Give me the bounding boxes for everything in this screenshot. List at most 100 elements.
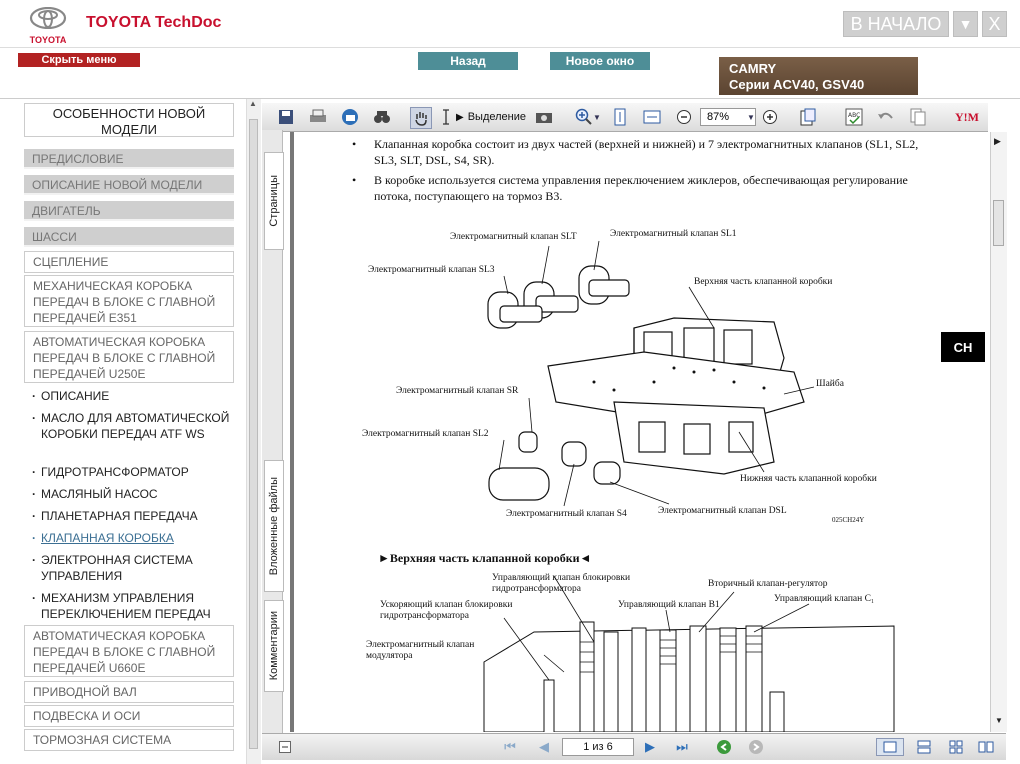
sidebar-item-brakes[interactable]: ТОРМОЗНАЯ СИСТЕМА <box>24 729 234 751</box>
arrow-cursor-icon: ▶ <box>456 111 464 123</box>
fit-page-icon[interactable] <box>610 107 630 127</box>
label-solenoid-sl2: Электромагнитный клапан SL2 <box>362 429 489 439</box>
label-lower-valve-body: Нижняя часть клапанной коробки <box>740 474 877 484</box>
label-solenoid-sr: Электромагнитный клапан SR <box>396 386 519 396</box>
tab-attachments[interactable]: Вложенные файлы <box>264 460 284 592</box>
chevron-down-icon[interactable]: ▼ <box>592 107 602 127</box>
label-solenoid-sl3: Электромагнитный клапан SL3 <box>368 265 495 275</box>
yahoo-icon[interactable]: Y!M <box>950 107 984 127</box>
label-solenoid-dsl: Электромагнитный клапан DSL <box>658 506 787 516</box>
sidebar-subitem-atf-oil[interactable]: МАСЛО ДЛЯ АВТОМАТИЧЕСКОЙ КОРОБКИ ПЕРЕДАЧ… <box>32 410 232 442</box>
tab-pages[interactable]: Страницы <box>264 152 284 250</box>
spellcheck-icon[interactable]: ABC <box>844 107 864 127</box>
hide-menu-button[interactable]: Скрыть меню <box>18 53 140 67</box>
section-tag: CH <box>941 332 985 362</box>
section-heading: ►Верхняя часть клапанной коробки◄ <box>378 551 592 565</box>
sidebar-item-engine[interactable]: ДВИГАТЕЛЬ <box>24 201 234 221</box>
tab-pages-label: Страницы <box>268 175 280 227</box>
label-solenoid-sl1: Электромагнитный клапан SL1 <box>610 229 737 239</box>
close-button[interactable]: X <box>982 11 1007 37</box>
last-page-icon[interactable]: ⏭ <box>672 738 692 756</box>
prev-page-icon[interactable]: ◀ <box>534 738 554 756</box>
facing-view-icon[interactable] <box>946 738 966 756</box>
sidebar-item-drive-shaft[interactable]: ПРИВОДНОЙ ВАЛ <box>24 681 234 703</box>
page-nav-bar: ⏮ ◀ 1 из 6 ▶ ⏭ <box>262 733 1006 760</box>
sidebar-subitem-electronic-control[interactable]: ЭЛЕКТРОННАЯ СИСТЕМА УПРАВЛЕНИЯ <box>32 552 232 584</box>
sidebar-subitem-planetary-gear[interactable]: ПЛАНЕТАРНАЯ ПЕРЕДАЧА <box>32 508 232 524</box>
label-b1-control-valve: Управляющий клапан B1 <box>618 600 720 610</box>
page-tools-icon[interactable] <box>798 107 818 127</box>
select-tool-label: Выделение <box>467 111 526 123</box>
side-panel-tabs: Страницы Вложенные файлы Комментарии <box>262 130 284 740</box>
document-scrollbar[interactable]: ▶ ▼ <box>990 132 1007 732</box>
scroll-down-icon[interactable]: ▼ <box>995 716 1003 725</box>
label-modulator-solenoid: Электромагнитный клапан модулятора <box>366 640 475 661</box>
search-icon[interactable] <box>372 107 392 127</box>
print-icon[interactable] <box>308 107 328 127</box>
select-tool[interactable]: ▶ Выделение <box>450 107 530 127</box>
single-page-view-icon[interactable] <box>876 738 904 756</box>
sidebar-scrollbar[interactable]: ▲ <box>246 99 261 764</box>
sidebar-subitem-description[interactable]: ОПИСАНИЕ <box>32 388 232 404</box>
sidebar-subitem-torque-converter[interactable]: ГИДРОТРАНСФОРМАТОР <box>32 464 232 480</box>
sidebar-item-manual-transaxle[interactable]: МЕХАНИЧЕСКАЯ КОРОБКА ПЕРЕДАЧ В БЛОКЕ С Г… <box>24 275 234 327</box>
model-badge: CAMRY Серии ACV40, GSV40 <box>719 57 918 95</box>
label-lockup-accelerator: Ускоряющий клапан блокировки гидротрансф… <box>380 600 513 621</box>
continuous-view-icon[interactable] <box>914 738 934 756</box>
sidebar-item-auto-transaxle-u250e[interactable]: АВТОМАТИЧЕСКАЯ КОРОБКА ПЕРЕДАЧ В БЛОКЕ С… <box>24 331 234 383</box>
zoom-in-plus-icon[interactable] <box>760 107 780 127</box>
label-solenoid-s4: Электромагнитный клапан S4 <box>506 509 627 519</box>
scroll-right-icon[interactable]: ▶ <box>994 136 1001 147</box>
tab-comments-label: Комментарии <box>268 611 280 681</box>
label-c1-control-valve: Управляющий клапан C₁ <box>774 594 875 604</box>
sidebar-item-clutch[interactable]: СЦЕПЛЕНИЕ <box>24 251 234 273</box>
pdf-toolbar: ▶ Выделение ▼ 87% ▼ ABC Y!M <box>262 103 988 132</box>
tab-comments[interactable]: Комментарии <box>264 600 284 692</box>
sidebar-subitem-valve-body[interactable]: КЛАПАННАЯ КОРОБКА <box>32 530 232 546</box>
page-number-input[interactable]: 1 из 6 <box>562 738 634 756</box>
label-lockup-control-valve: Управляющий клапан блокировки гидротранс… <box>492 573 631 594</box>
app-title: TOYOTA TechDoc <box>86 14 222 31</box>
sidebar-item-chassis[interactable]: ШАССИ <box>24 227 234 247</box>
home-button[interactable]: В НАЧАЛО <box>843 11 949 37</box>
document-view: Клапанная коробка состоит из двух частей… <box>290 132 994 732</box>
zoom-in-icon[interactable] <box>574 107 594 127</box>
sidebar-subitem-oil-pump[interactable]: МАСЛЯНЫЙ НАСОС <box>32 486 232 502</box>
tab-attachments-label: Вложенные файлы <box>268 476 280 576</box>
scroll-thumb[interactable] <box>993 200 1004 246</box>
label-washer: Шайба <box>816 379 844 389</box>
next-page-icon[interactable]: ▶ <box>640 738 660 756</box>
back-button[interactable]: Назад <box>418 52 518 70</box>
save-icon[interactable] <box>276 107 296 127</box>
sidebar-title[interactable]: ОСОБЕННОСТИ НОВОЙ МОДЕЛИ <box>24 103 234 137</box>
copy-icon[interactable] <box>908 107 928 127</box>
logo-text: TOYOTA <box>29 35 67 45</box>
label-upper-valve-body: Верхняя часть клапанной коробки <box>694 277 833 287</box>
fit-width-icon[interactable] <box>642 107 662 127</box>
sidebar-item-suspension[interactable]: ПОДВЕСКА И ОСИ <box>24 705 234 727</box>
first-page-icon[interactable]: ⏮ <box>500 738 520 756</box>
hand-tool-icon[interactable] <box>410 107 432 129</box>
model-series: Серии ACV40, GSV40 <box>729 77 865 92</box>
label-solenoid-slt: Электромагнитный клапан SLT <box>450 232 577 242</box>
model-name: CAMRY <box>729 61 777 76</box>
two-page-view-icon[interactable] <box>976 738 996 756</box>
app-header: TOYOTA TOYOTA TechDoc В НАЧАЛО ▼ X <box>0 0 1020 47</box>
toyota-logo: TOYOTA <box>28 6 68 45</box>
dropdown-button[interactable]: ▼ <box>953 11 978 37</box>
panel-toggle-icon[interactable] <box>276 738 294 756</box>
undo-icon[interactable] <box>876 107 896 127</box>
sidebar-item-auto-transaxle-u660e[interactable]: АВТОМАТИЧЕСКАЯ КОРОБКА ПЕРЕДАЧ В БЛОКЕ С… <box>24 625 234 677</box>
go-back-icon[interactable] <box>714 738 734 756</box>
go-forward-icon[interactable] <box>746 738 766 756</box>
snapshot-icon[interactable] <box>534 107 554 127</box>
sidebar-subitem-shift-control[interactable]: МЕХАНИЗМ УПРАВЛЕНИЯ ПЕРЕКЛЮЧЕНИЕМ ПЕРЕДА… <box>32 590 232 622</box>
email-icon[interactable] <box>340 107 360 127</box>
new-window-button[interactable]: Новое окно <box>550 52 650 70</box>
sidebar: ОСОБЕННОСТИ НОВОЙ МОДЕЛИ ПРЕДИСЛОВИЕ ОПИ… <box>14 99 246 764</box>
zoom-dropdown-icon[interactable]: ▼ <box>746 107 756 127</box>
sidebar-item-model-description[interactable]: ОПИСАНИЕ НОВОЙ МОДЕЛИ <box>24 175 234 195</box>
figure-code: 025CH24Y <box>832 516 865 524</box>
sidebar-item-preface[interactable]: ПРЕДИСЛОВИЕ <box>24 149 234 169</box>
zoom-out-icon[interactable] <box>674 107 694 127</box>
